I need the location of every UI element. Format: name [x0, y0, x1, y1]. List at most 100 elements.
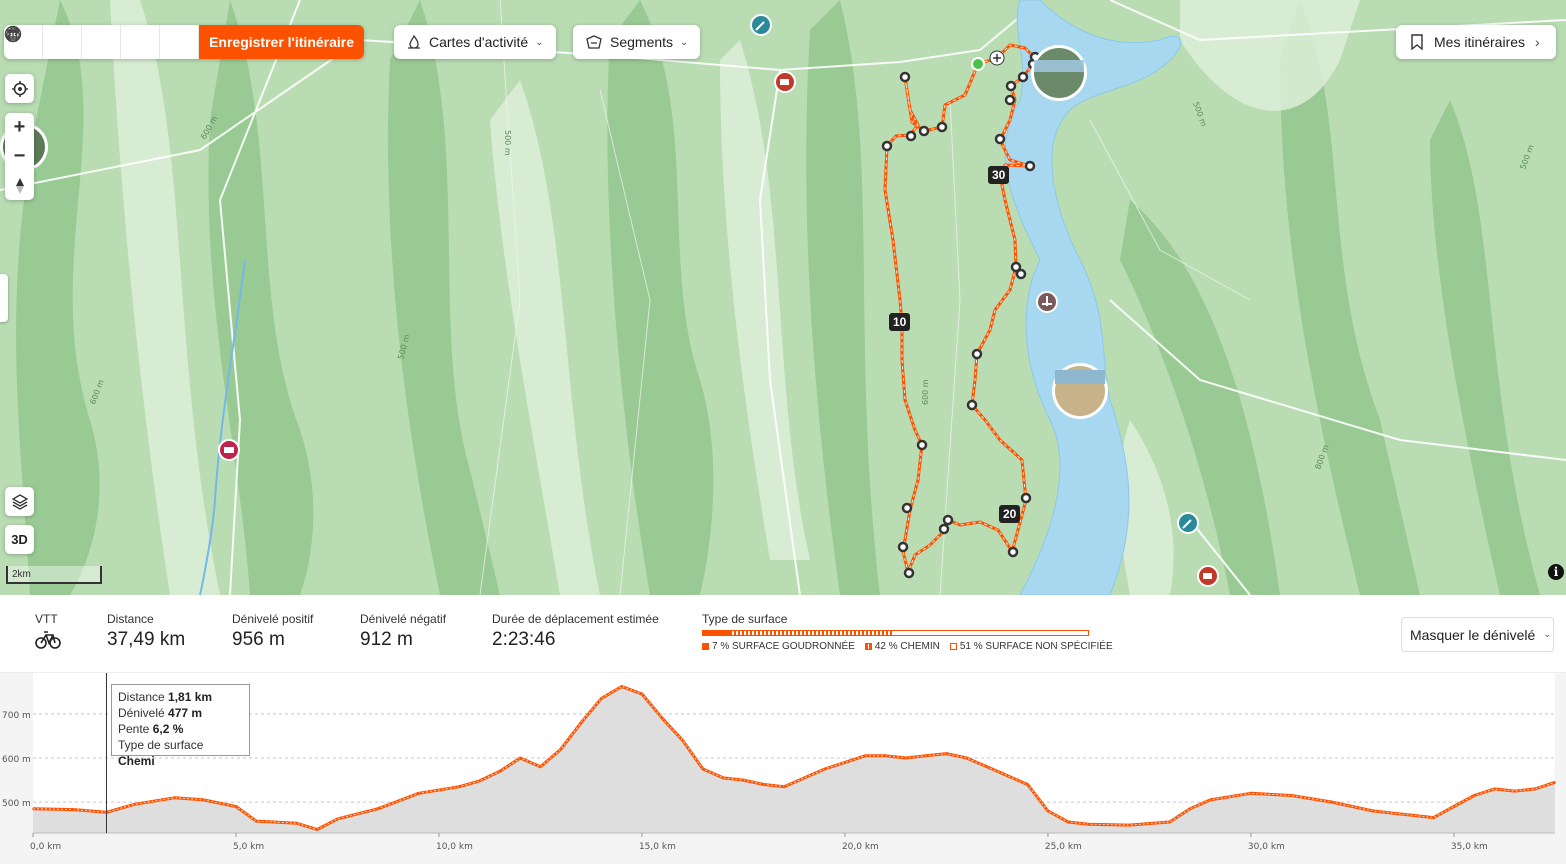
elevation-point [783, 785, 785, 788]
segments-dropdown[interactable]: Segments ⌄ [573, 25, 701, 59]
save-route-button[interactable]: Enregistrer l'itinéraire [199, 25, 364, 59]
segments-label: Segments [610, 34, 674, 50]
activity-type: VTT [35, 612, 61, 655]
zoom-in-button[interactable]: + [5, 113, 34, 142]
layers-control[interactable] [5, 487, 34, 516]
bookmark-icon [1411, 34, 1423, 50]
layers-button[interactable] [5, 487, 34, 516]
hide-elevation-label: Masquer le dénivelé [1410, 626, 1536, 643]
cafe-icon[interactable] [1197, 565, 1219, 587]
cafe-icon[interactable] [774, 71, 796, 93]
gain-stat: Dénivelé positif 956 m [232, 612, 313, 651]
x-tick-label: 15,0 km [639, 842, 676, 852]
my-routes-button[interactable]: Mes itinéraires › [1396, 25, 1556, 59]
elevation-point [600, 697, 603, 700]
mtb-bike-icon [35, 631, 61, 649]
compass-button[interactable] [5, 171, 34, 200]
photo-marker[interactable] [1052, 363, 1108, 419]
elevation-point [844, 761, 846, 764]
info-icon[interactable]: i [1548, 564, 1564, 580]
elevation-point [1534, 788, 1536, 790]
x-tick-label: 10,0 km [436, 842, 473, 852]
elevation-point [1026, 783, 1029, 786]
side-panel-handle[interactable] [0, 274, 8, 322]
surface-stat: Type de surface [702, 612, 787, 626]
hide-elevation-select[interactable]: Masquer le dénivelé ⌄ [1401, 617, 1554, 652]
shop-icon[interactable] [218, 439, 240, 461]
elevation-point [742, 779, 745, 781]
elevation-point [661, 717, 664, 720]
activity-label: VTT [35, 612, 58, 626]
start-marker[interactable] [971, 57, 985, 71]
contour-label: 500 m [503, 130, 512, 156]
elevation-point [1209, 799, 1212, 801]
x-tick-label: 20,0 km [842, 842, 879, 852]
route-map[interactable]: 600 m 600 m 500 m 500 m 600 m 500 m 500 … [0, 0, 1566, 595]
crosshair-icon [11, 80, 28, 97]
flame-icon [408, 34, 420, 49]
x-tick-label: 5,0 km [233, 842, 264, 852]
distance-value: 37,49 km [107, 629, 186, 650]
elevation-point [702, 768, 704, 770]
elevation-point [235, 805, 237, 808]
elevation-point [986, 766, 988, 768]
km-marker: 20 [999, 505, 1021, 523]
elevation-point [1168, 821, 1171, 823]
elevation-point [965, 757, 968, 759]
contour-label: 600 m [921, 379, 930, 405]
elevation-point [296, 822, 298, 825]
3d-toggle-button[interactable]: 3D [5, 525, 34, 554]
x-tick-label: 25,0 km [1045, 842, 1082, 852]
duration-value: 2:23:46 [492, 629, 556, 650]
elevation-point [803, 777, 806, 779]
reverse-button[interactable] [6, 25, 83, 59]
surface-label: Type de surface [702, 612, 788, 626]
zoom-out-button[interactable]: − [5, 142, 34, 171]
elevation-point [925, 755, 927, 757]
duration-stat: Durée de déplacement estimée 2:23:46 [492, 612, 659, 651]
elevation-point [823, 768, 826, 770]
elevation-point [945, 752, 948, 755]
surface-paved-text: 7 % SURFACE GOUDRONNÉE [712, 641, 855, 652]
elevation-point [1554, 781, 1556, 784]
y-tick-label: 700 m [2, 711, 31, 721]
photo-marker[interactable] [1031, 45, 1087, 101]
tooltip-grade-label: Pente [118, 722, 150, 736]
beach-icon[interactable] [1036, 291, 1058, 313]
locate-control[interactable] [5, 74, 34, 103]
elevation-point [905, 757, 907, 759]
delete-button[interactable] [7, 25, 200, 59]
undo-button[interactable] [7, 25, 122, 59]
elevation-point [499, 770, 501, 772]
wrench-icon[interactable] [750, 14, 772, 36]
km-marker: 10 [889, 313, 911, 331]
my-routes-label: Mes itinéraires [1434, 34, 1526, 50]
elevation-point [580, 721, 582, 724]
chevron-down-icon: ⌄ [535, 36, 544, 48]
elevation-point [1128, 824, 1130, 826]
surface-unknown-text: 51 % SURFACE NON SPÉCIFIÉE [959, 641, 1113, 652]
tooltip-elev-value: 477 m [168, 706, 203, 720]
heatmap-dropdown[interactable]: Cartes d'activité ⌄ [394, 25, 556, 59]
scale-bar: 2km [6, 566, 102, 584]
wrench-icon[interactable] [1177, 512, 1199, 534]
surface-legend-item: 42 % CHEMIN [864, 641, 940, 652]
elevation-profile[interactable]: 500 m 600 m 700 m 0,0 km 5,0 km 10,0 km 15,0 k… [0, 673, 1566, 864]
map-canvas[interactable]: 600 m 600 m 500 m 500 m 600 m 500 m 500 … [0, 0, 1566, 595]
segments-icon [586, 35, 602, 49]
tooltip-elev-label: Dénivelé [118, 706, 165, 720]
elevation-point [377, 807, 379, 810]
tooltip-surface-label: Type de surface [118, 738, 204, 752]
move-icon[interactable] [989, 50, 1005, 66]
zoom-control: + − [5, 113, 34, 200]
route-toolbar: Enregistrer l'itinéraire [4, 25, 364, 59]
distance-label: Distance [107, 612, 154, 626]
locate-button[interactable] [5, 74, 34, 103]
elevation-point [641, 693, 643, 695]
elevation-point [864, 755, 866, 757]
redo-button[interactable] [6, 25, 161, 59]
surface-legend-item: 7 % SURFACE GOUDRONNÉE [702, 641, 855, 652]
elevation-point [174, 796, 176, 799]
chevron-down-icon: ⌄ [680, 36, 689, 48]
loss-stat: Dénivelé négatif 912 m [360, 612, 446, 651]
